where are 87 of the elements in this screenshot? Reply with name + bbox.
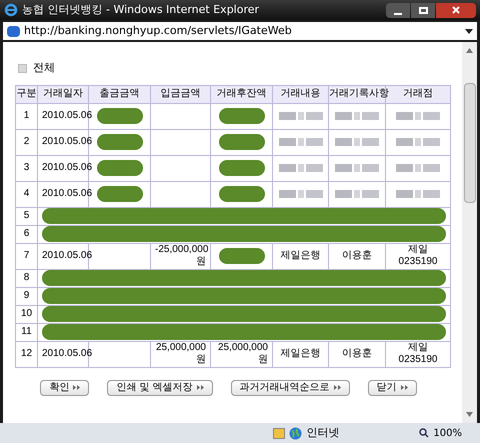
redaction-mark [96,186,142,202]
blurred-text [396,190,440,198]
table-cell: 2010.05.06 [42,188,92,199]
double-arrow-icon [73,385,80,390]
address-bar[interactable]: http://banking.nonghyup.com/servlets/IGateWeb [3,22,477,40]
table-cell: -25,000,000 원 [155,244,208,267]
blurred-text [278,190,322,198]
column-header: 거래기록사항 [329,88,389,99]
table-cell: 5 [24,210,30,221]
redaction-mark [218,248,264,264]
table-cell: 제일은행 [280,348,320,359]
column-header: 거래내용 [280,88,320,99]
table-cell: 4 [24,188,30,199]
blurred-text [396,112,440,120]
redaction-mark [218,186,264,202]
blurred-text [335,112,379,120]
protected-mode-icon [273,428,286,438]
double-arrow-icon [196,385,204,390]
column-header: 거래점 [403,88,433,99]
zoom-button[interactable]: 100% [419,426,462,440]
table-cell: 제일은행 [280,250,320,261]
table-cell: 7 [24,250,30,261]
blurred-text [278,164,322,172]
bullet-icon [18,64,27,73]
blurred-text [278,138,322,146]
scrollbar[interactable] [462,42,477,423]
table-cell: 제일 0235190 [398,342,438,365]
double-arrow-icon [400,385,408,390]
globe-icon [289,426,302,440]
maximize-icon [418,6,428,14]
table-cell: 이용훈 [342,250,372,261]
scroll-down-icon[interactable] [466,412,473,417]
table-cell: 2010.05.06 [42,250,92,261]
table-cell: 2010.05.06 [42,136,92,147]
browser-logo-icon [4,3,18,17]
site-favicon-icon [7,26,20,36]
column-header: 출금금액 [100,88,140,99]
redaction-mark [96,160,142,176]
redaction-mark [218,108,264,124]
action-button[interactable]: 인쇄 및 엑셀저장 [107,380,213,396]
url-text: http://banking.nonghyup.com/servlets/IGateWeb [24,22,292,39]
blurred-text [278,112,322,120]
table-cell: 12 [20,348,32,359]
window-title: 농협 인터넷뱅킹 - Windows Internet Explorer [22,2,260,18]
zoom-icon [419,428,430,438]
table-cell: 9 [24,290,30,301]
zone-text: 인터넷 [306,424,340,441]
table-cell: 8 [24,272,30,283]
blurred-text [335,138,379,146]
column-header: 거래후잔액 [216,88,266,99]
column-header: 구분 [16,88,36,99]
table-cell: 이용훈 [342,348,372,359]
close-button[interactable] [436,2,476,18]
blurred-text [335,190,379,198]
blurred-text [335,164,379,172]
redaction-mark [96,108,142,124]
table-cell: 10 [20,308,32,319]
blurred-text [396,138,440,146]
table-cell: 25,000,000 원 [156,342,206,365]
dropdown-caret-icon [465,28,473,34]
redaction-mark [218,160,264,176]
table-cell: 6 [24,228,30,239]
scroll-up-icon[interactable] [466,48,473,53]
table-cell: 2010.05.06 [42,348,92,359]
close-icon [452,6,460,14]
table-cell: 2 [24,136,30,147]
table-cell: 11 [21,326,32,337]
column-header: 입금금액 [160,88,200,99]
table-cell: 2010.05.06 [42,162,92,173]
blurred-text [396,164,440,172]
table-cell: 2010.05.06 [42,110,92,121]
table-cell: 제일 0235190 [398,244,438,267]
redaction-mark [218,134,264,150]
action-button[interactable]: 확인 [40,380,90,396]
action-button[interactable]: 닫기 [368,380,417,396]
section-label: 전체 [33,60,55,76]
table-cell: 25,000,000 원 [218,342,268,365]
maximize-button[interactable] [411,2,435,18]
table-cell: 1 [24,110,30,121]
table-cell: 3 [24,162,30,173]
double-arrow-icon [334,385,341,390]
column-header: 거래일자 [43,88,83,99]
minimize-icon [394,12,402,14]
redaction-mark [96,134,142,150]
minimize-button[interactable] [386,2,410,18]
scroll-thumb[interactable] [464,83,476,203]
action-button[interactable]: 과거거래내역순으로 [230,380,350,396]
